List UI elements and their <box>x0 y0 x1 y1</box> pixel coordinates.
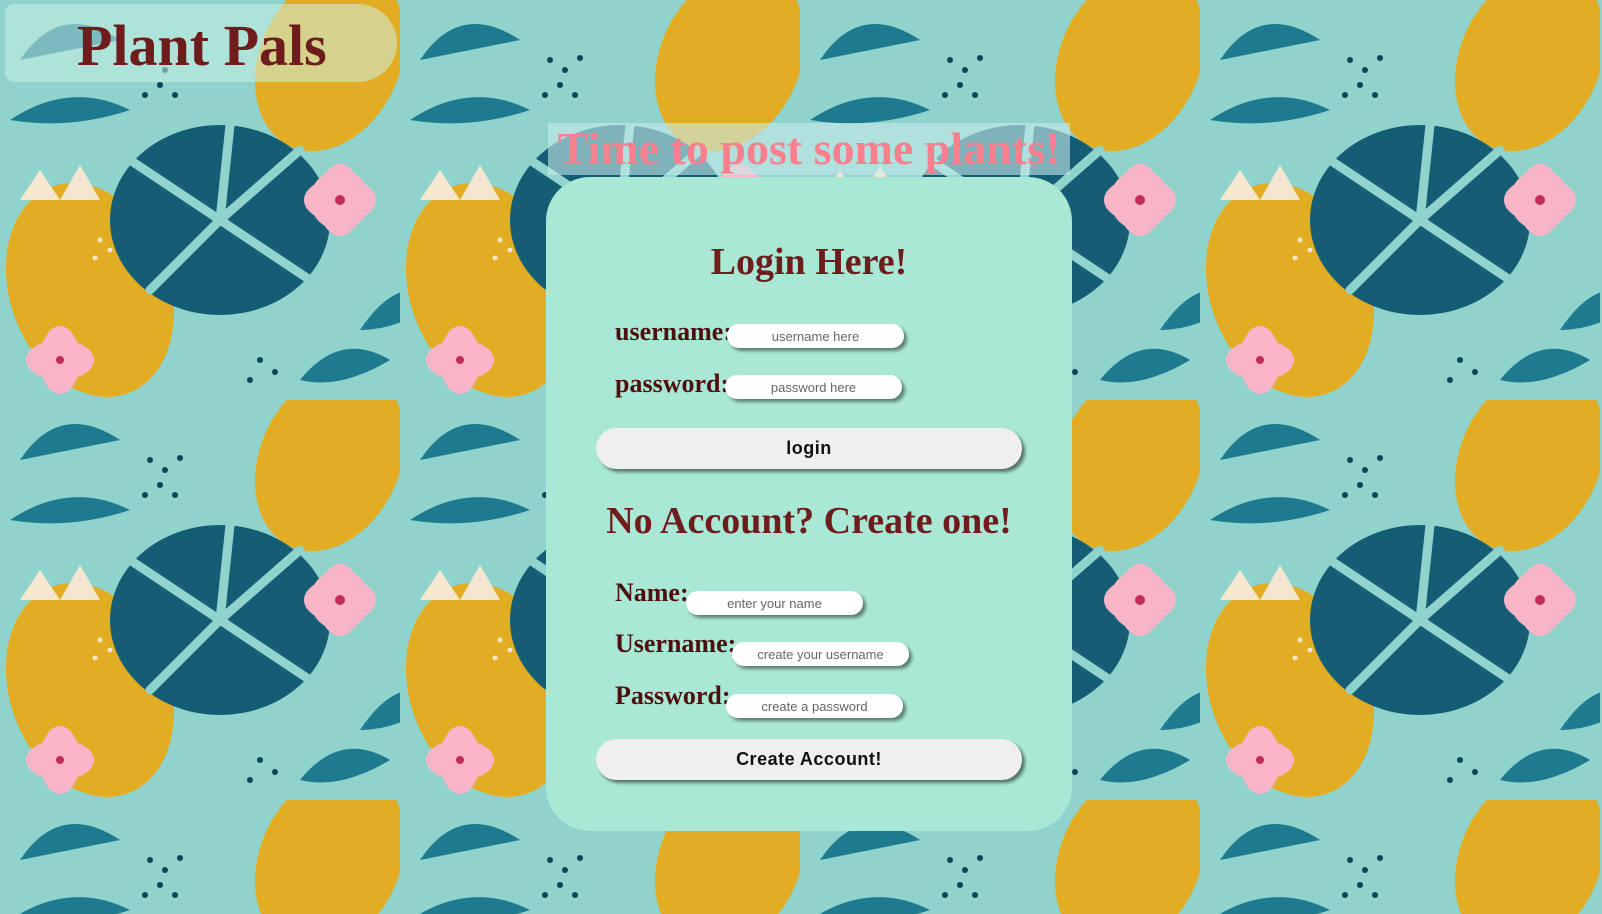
signup-username-label: Username: <box>615 629 737 658</box>
brand-banner: Plant Pals <box>5 4 397 82</box>
login-username-input[interactable] <box>727 324 904 348</box>
login-button[interactable]: login <box>596 428 1022 469</box>
signup-name-label: Name: <box>615 578 689 607</box>
create-account-button[interactable]: Create Account! <box>596 739 1022 780</box>
login-username-label: username: <box>615 317 732 346</box>
tagline-banner: Time to post some plants! <box>548 123 1070 175</box>
signup-heading: No Account? Create one! <box>606 500 1012 542</box>
login-heading: Login Here! <box>710 241 908 283</box>
login-password-label: password: <box>615 369 730 398</box>
signup-password-label: Password: <box>615 681 731 710</box>
signup-password-input[interactable] <box>726 694 903 718</box>
login-password-input[interactable] <box>725 375 902 399</box>
signup-username-input[interactable] <box>732 642 909 666</box>
signup-name-input[interactable] <box>686 591 863 615</box>
tagline: Time to post some plants! <box>557 123 1061 174</box>
auth-card: Login Here! username: password: login No… <box>546 177 1072 831</box>
brand-title: Plant Pals <box>77 13 327 78</box>
